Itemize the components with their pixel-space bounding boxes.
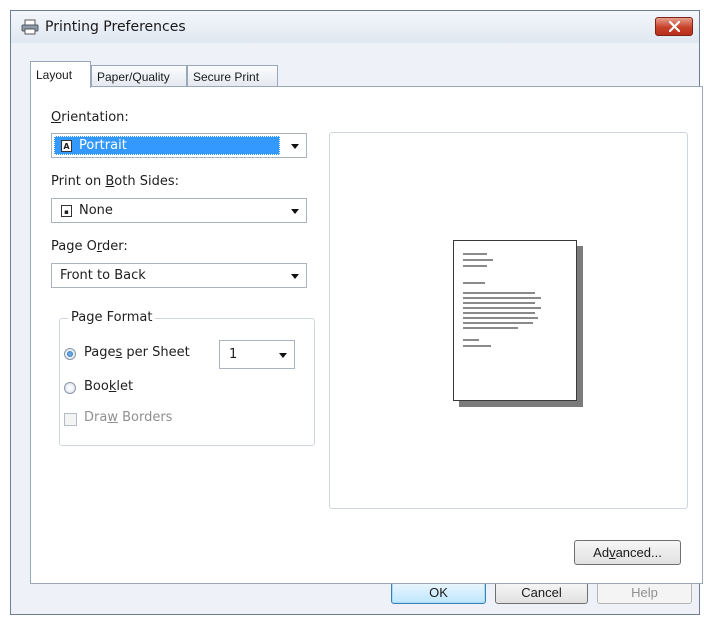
tab-layout[interactable]: Layout [30,61,91,88]
pages-per-sheet-radio[interactable] [64,348,76,360]
close-icon [669,21,680,32]
chevron-down-icon [291,209,299,214]
both-sides-select[interactable]: ▪ None [51,198,307,223]
chevron-down-icon [279,353,287,358]
help-button[interactable]: Help [597,582,692,604]
pages-per-sheet-label[interactable]: Pages per Sheet [84,345,190,360]
page-preview [453,240,577,401]
page-order-label: Page Order: [51,239,128,254]
orientation-label: Orientation: [51,110,129,125]
orientation-value: Portrait [79,138,127,153]
close-button[interactable] [655,17,693,36]
draw-borders-checkbox[interactable] [64,413,77,426]
pages-per-sheet-value: 1 [229,347,238,362]
chevron-down-icon [291,144,299,149]
pages-per-sheet-select[interactable]: 1 [219,340,295,369]
orientation-select[interactable]: A Portrait [51,133,307,158]
page-order-value: Front to Back [60,268,146,283]
booklet-label[interactable]: Booklet [84,379,133,394]
draw-borders-label: Draw Borders [84,410,173,425]
portrait-page-icon: A [61,140,72,152]
layout-tab-panel: Orientation: A Portrait Print on Both Si… [30,86,703,584]
cancel-button[interactable]: Cancel [495,582,588,604]
tab-paper-quality[interactable]: Paper/Quality [91,65,187,87]
tab-secure-print[interactable]: Secure Print [187,65,278,87]
booklet-radio[interactable] [64,382,76,394]
both-sides-value: None [79,203,113,218]
window-title: Printing Preferences [45,19,186,35]
chevron-down-icon [291,274,299,279]
printer-icon [21,19,39,35]
both-sides-label: Print on Both Sides: [51,174,179,189]
advanced-button[interactable]: Advanced... [574,540,681,565]
ok-button[interactable]: OK [391,582,486,604]
printing-preferences-dialog: Printing Preferences Layout Paper/Qualit… [10,10,703,615]
page-format-title: Page Format [68,310,156,325]
page-order-select[interactable]: Front to Back [51,263,307,288]
simplex-page-icon: ▪ [61,205,72,217]
title-bar[interactable]: Printing Preferences [11,11,699,43]
